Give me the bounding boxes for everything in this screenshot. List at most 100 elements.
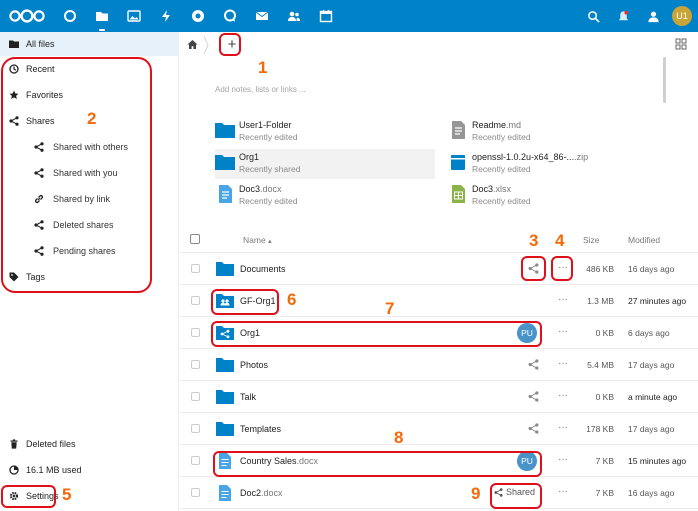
recent-file-card[interactable]: Readme.md Recently edited — [448, 117, 668, 147]
notifications-icon[interactable] — [608, 0, 638, 32]
share-avatar[interactable]: PU — [517, 323, 537, 343]
gear-icon — [8, 491, 19, 502]
pie-icon — [8, 465, 19, 476]
top-header: U1 — [0, 0, 698, 32]
share-icon[interactable] — [528, 391, 539, 402]
table-row[interactable]: Talk ··· 0 KB a minute ago — [180, 381, 698, 413]
file-name: Country Sales — [240, 456, 297, 466]
recent-file-name: Doc3 — [472, 184, 494, 194]
sidebar-item-shared-with-others[interactable]: Shared with others — [0, 135, 179, 159]
table-row[interactable]: Doc2.docx Shared ··· 7 KB 16 days ago — [180, 477, 698, 509]
file-name: Templates — [240, 424, 282, 434]
more-actions-icon[interactable]: ··· — [556, 422, 570, 434]
sidebar-item-label: Deleted shares — [53, 220, 114, 230]
files-app: U1 All files Recent Favorites Shares Sha… — [0, 0, 698, 511]
row-checkbox[interactable] — [191, 264, 200, 273]
sidebar-item-pending-shares[interactable]: Pending shares — [0, 239, 179, 263]
folder-icon — [216, 422, 234, 436]
share-icon[interactable] — [528, 263, 539, 274]
row-checkbox[interactable] — [191, 296, 200, 305]
file-name: GF-Org1 — [240, 296, 276, 306]
more-actions-icon[interactable]: ··· — [556, 486, 570, 498]
column-modified[interactable]: Modified — [628, 235, 660, 245]
sidebar-item-shared-by-link[interactable]: Shared by link — [0, 187, 179, 211]
annotation-number-9: 9 — [471, 484, 481, 503]
folder-icon — [215, 155, 235, 170]
share-avatar[interactable]: PU — [517, 451, 537, 471]
user-avatar[interactable]: U1 — [672, 6, 692, 26]
recent-file-status: Recently shared — [239, 164, 301, 174]
home-icon[interactable] — [187, 39, 198, 50]
activity-icon[interactable] — [150, 0, 182, 32]
recent-file-name: openssl-1.0.2u-x64_86-... — [472, 152, 575, 162]
nextcloud-logo[interactable] — [8, 9, 46, 23]
row-checkbox[interactable] — [191, 328, 200, 337]
file-size: 1.3 MB — [587, 296, 614, 306]
annotation-number-1: 1 — [258, 58, 268, 77]
share-icon[interactable] — [528, 423, 539, 434]
talk-icon[interactable] — [182, 0, 214, 32]
folder-icon — [216, 262, 234, 276]
row-checkbox[interactable] — [191, 488, 200, 497]
row-checkbox[interactable] — [191, 456, 200, 465]
search-icon[interactable] — [578, 0, 608, 32]
table-row[interactable]: Templates ··· 178 KB 17 days ago — [180, 413, 698, 445]
column-size[interactable]: Size — [583, 235, 600, 245]
share-icon — [494, 487, 503, 497]
text-file-icon — [452, 121, 465, 139]
shared-button[interactable]: Shared — [494, 487, 535, 497]
file-name: Documents — [240, 264, 286, 274]
table-row[interactable]: GF-Org1 ··· 1.3 MB 27 minutes ago — [180, 285, 698, 317]
table-row[interactable]: Country Sales.docx PU ··· 7 KB 15 minute… — [180, 445, 698, 477]
sidebar-item-tags[interactable]: Tags — [0, 265, 179, 289]
group-folder-icon — [216, 294, 234, 308]
file-size: 486 KB — [586, 264, 614, 274]
table-row[interactable]: Photos ··· 5.4 MB 17 days ago — [180, 349, 698, 381]
sidebar-item-deleted-shares[interactable]: Deleted shares — [0, 213, 179, 237]
recent-file-card[interactable]: Org1 Recently shared — [215, 149, 435, 179]
files-icon[interactable] — [86, 0, 118, 32]
contacts-icon[interactable] — [278, 0, 310, 32]
mail-icon[interactable] — [246, 0, 278, 32]
sidebar-item-quota: 16.1 MB used — [0, 458, 179, 482]
notes-placeholder[interactable]: Add notes, lists or links ... — [215, 85, 306, 94]
table-row[interactable]: Org1 PU ··· 0 KB 6 days ago — [180, 317, 698, 349]
row-checkbox[interactable] — [191, 392, 200, 401]
annotation-number-7: 7 — [385, 299, 395, 318]
photos-icon[interactable] — [118, 0, 150, 32]
scrollbar[interactable] — [663, 57, 666, 103]
annotation-number-5: 5 — [62, 485, 72, 504]
table-row[interactable]: Documents ··· 486 KB 16 days ago — [180, 253, 698, 285]
more-actions-icon[interactable]: ··· — [556, 358, 570, 370]
recent-file-card[interactable]: Doc3.docx Recently edited — [215, 181, 435, 211]
more-actions-icon[interactable]: ··· — [556, 326, 570, 338]
column-name[interactable]: Name ▴ — [243, 235, 272, 245]
more-actions-icon[interactable]: ··· — [556, 390, 570, 402]
calendar-icon[interactable] — [310, 0, 342, 32]
row-checkbox[interactable] — [191, 360, 200, 369]
recent-file-card[interactable]: User1-Folder Recently edited — [215, 117, 435, 147]
recent-file-card[interactable]: Doc3.xlsx Recently edited — [448, 181, 668, 211]
new-file-button[interactable]: + — [223, 35, 241, 53]
select-all-checkbox[interactable] — [190, 234, 200, 244]
more-actions-icon[interactable]: ··· — [556, 262, 570, 274]
grid-view-icon[interactable] — [675, 38, 687, 50]
sidebar-item-recent[interactable]: Recent — [0, 57, 179, 81]
dashboard-icon[interactable] — [54, 0, 86, 32]
sidebar-item-favorites[interactable]: Favorites — [0, 83, 179, 107]
more-actions-icon[interactable]: ··· — [556, 294, 570, 306]
share-icon[interactable] — [528, 359, 539, 370]
recent-file-card[interactable]: openssl-1.0.2u-x64_86-....zip Recently e… — [448, 149, 668, 179]
file-ext: .docx — [261, 488, 283, 498]
row-checkbox[interactable] — [191, 424, 200, 433]
sidebar-item-label: Shared with you — [53, 168, 118, 178]
more-actions-icon[interactable]: ··· — [556, 454, 570, 466]
contacts-menu-icon[interactable] — [638, 0, 668, 32]
sidebar-item-all-files[interactable]: All files — [0, 32, 179, 56]
sidebar-item-shared-with-you[interactable]: Shared with you — [0, 161, 179, 185]
recent-file-status: Recently edited — [472, 196, 531, 206]
sidebar-item-settings[interactable]: Settings — [0, 484, 179, 508]
sidebar-item-deleted-files[interactable]: Deleted files — [0, 432, 179, 456]
document-icon — [219, 485, 231, 501]
circles-icon[interactable] — [214, 0, 246, 32]
